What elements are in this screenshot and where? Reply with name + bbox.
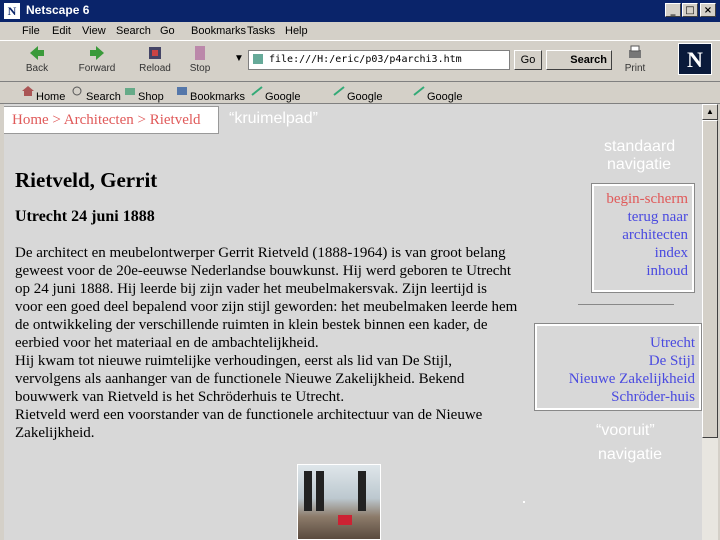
divider: [578, 304, 674, 305]
google-scout-link[interactable]: Google Scout: [333, 86, 382, 115]
shop-link[interactable]: Shop: [124, 86, 164, 103]
page-content: Home > Architecten > Rietveld “kruimelpa…: [4, 104, 702, 540]
fwd-schroder-huis[interactable]: Schröder-huis: [537, 388, 695, 406]
shop-icon: [125, 88, 135, 95]
scroll-up-icon[interactable]: ▲: [702, 104, 718, 120]
forward-button[interactable]: Forward: [74, 43, 120, 79]
body-paragraph: De architect en meubelontwerper Gerrit R…: [15, 245, 518, 441]
vertical-scrollbar[interactable]: ▲: [702, 104, 718, 540]
fwd-de-stijl[interactable]: De Stijl: [537, 352, 695, 370]
bookmark-pen-icon: [333, 86, 345, 96]
search-button[interactable]: Search: [546, 50, 612, 70]
google-search-link[interactable]: Google Search: [251, 86, 300, 115]
nav-terug-naar[interactable]: terug naar: [594, 208, 688, 226]
url-text: file:///H:/eric/p03/p4archi3.htm: [269, 54, 462, 65]
printer-icon: [629, 45, 641, 58]
back-button[interactable]: Back: [14, 43, 60, 79]
bookmarks-link[interactable]: Bookmarks: [176, 86, 245, 103]
menu-bar: File Edit View Search Go Bookmarks Tasks…: [0, 22, 720, 40]
stop-icon: [195, 46, 205, 60]
search-label: Search: [570, 54, 607, 66]
menu-file[interactable]: File: [22, 25, 40, 37]
home-link[interactable]: Home: [22, 86, 65, 103]
annotation-standard-1: standaard: [604, 138, 676, 155]
forward-navigation: Utrecht De Stijl Nieuwe Zakelijkheid Sch…: [535, 324, 701, 410]
home-icon: [22, 86, 34, 96]
page-subheading: Utrecht 24 juni 1888: [15, 208, 155, 225]
dot: [523, 501, 525, 503]
menu-tasks[interactable]: Tasks: [247, 25, 275, 37]
page-favicon-icon: [253, 54, 263, 64]
standard-navigation: begin-scherm terug naar architecten inde…: [592, 184, 694, 292]
window-title: Netscape 6: [26, 3, 90, 17]
nav-begin-scherm[interactable]: begin-scherm: [594, 190, 688, 208]
print-button[interactable]: Print: [612, 43, 658, 79]
title-bar: N Netscape 6 _ □ ×: [0, 0, 720, 22]
annotation-forward-2: navigatie: [598, 446, 663, 463]
annotation-forward-1: “vooruit”: [596, 422, 655, 439]
reload-icon: [149, 47, 161, 59]
fwd-nieuwe-zakelijkheid[interactable]: Nieuwe Zakelijkheid: [537, 370, 695, 388]
menu-view[interactable]: View: [82, 25, 106, 37]
personal-toolbar: Home Search Shop Bookmarks Google Search…: [0, 81, 720, 115]
search-link[interactable]: Search: [72, 86, 121, 103]
netscape-app-icon: N: [4, 3, 20, 19]
nav-inhoud[interactable]: inhoud: [594, 262, 688, 280]
stop-button[interactable]: Stop: [177, 43, 223, 79]
netscape-logo: N: [678, 43, 712, 75]
menu-edit[interactable]: Edit: [52, 25, 71, 37]
maximize-button[interactable]: □: [682, 3, 698, 17]
fwd-utrecht[interactable]: Utrecht: [537, 334, 695, 352]
nav-architecten[interactable]: architecten: [594, 226, 688, 244]
minimize-button[interactable]: _: [665, 3, 681, 17]
menu-bookmarks[interactable]: Bookmarks: [191, 25, 246, 37]
go-button[interactable]: Go: [514, 50, 542, 70]
nav-index[interactable]: index: [594, 244, 688, 262]
annotation-breadcrumb: “kruimelpad”: [229, 110, 318, 127]
bookmark-pen-icon: [413, 86, 425, 96]
stop-label: Stop: [189, 63, 211, 74]
reload-button[interactable]: Reload: [132, 43, 178, 79]
url-dropdown-icon[interactable]: ▼: [234, 53, 244, 64]
breadcrumb[interactable]: Home > Architecten > Rietveld: [4, 107, 218, 133]
close-button[interactable]: ×: [700, 3, 716, 17]
search-icon: [72, 86, 82, 96]
menu-search[interactable]: Search: [116, 25, 151, 37]
menu-go[interactable]: Go: [160, 25, 175, 37]
print-label: Print: [624, 63, 646, 74]
page-heading: Rietveld, Gerrit: [15, 168, 158, 192]
reload-label: Reload: [139, 63, 171, 74]
url-field[interactable]: file:///H:/eric/p03/p4archi3.htm: [248, 50, 510, 70]
annotation-standard-2: navigatie: [607, 156, 672, 173]
forward-arrow-icon: [90, 46, 104, 60]
back-arrow-icon: [30, 46, 44, 60]
forward-label: Forward: [78, 63, 116, 74]
bookmarks-icon: [177, 87, 187, 95]
interior-photo: [297, 464, 381, 540]
google-link[interactable]: Google: [413, 86, 462, 103]
bookmark-pen-icon: [251, 86, 263, 96]
back-label: Back: [25, 63, 49, 74]
scroll-thumb[interactable]: [702, 120, 718, 438]
menu-help[interactable]: Help: [285, 25, 308, 37]
